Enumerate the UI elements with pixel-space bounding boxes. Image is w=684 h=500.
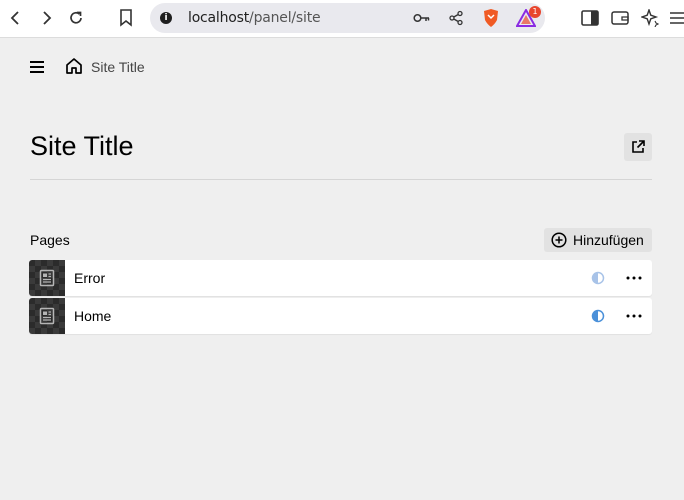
url-host: localhost <box>188 10 250 26</box>
url-text[interactable]: localhost/panel/site <box>188 10 321 26</box>
back-icon[interactable] <box>4 6 28 30</box>
page-title: Site Title <box>30 131 134 161</box>
title-divider <box>30 179 652 180</box>
page-list-item[interactable]: Error <box>29 260 652 296</box>
browser-toolbar: i localhost/panel/site 1 <box>0 0 684 38</box>
key-icon[interactable] <box>410 6 434 30</box>
page-document-icon <box>39 307 55 325</box>
breadcrumb-site-title[interactable]: Site Title <box>91 59 145 75</box>
open-site-button[interactable] <box>624 133 652 161</box>
status-unlisted-icon[interactable] <box>591 271 605 285</box>
more-options-icon[interactable] <box>623 304 645 328</box>
status-listed-icon[interactable] <box>591 309 605 323</box>
add-circle-icon <box>551 232 567 248</box>
hamburger-menu-icon[interactable] <box>26 56 48 78</box>
notification-badge: 1 <box>529 6 541 18</box>
page-list-item[interactable]: Home <box>29 298 652 334</box>
forward-icon[interactable] <box>34 6 58 30</box>
home-icon[interactable] <box>64 56 84 76</box>
more-options-icon[interactable] <box>623 266 645 290</box>
page-thumbnail <box>29 260 65 296</box>
wallet-icon[interactable] <box>608 6 632 30</box>
page-title-home[interactable]: Home <box>74 308 111 324</box>
reload-icon[interactable] <box>64 6 88 30</box>
page-thumbnail <box>29 298 65 334</box>
bookmark-icon[interactable] <box>114 6 138 30</box>
url-path: /panel/site <box>249 10 321 26</box>
leo-ai-icon[interactable] <box>638 6 662 30</box>
page-title-error[interactable]: Error <box>74 270 105 286</box>
sidebar-toggle-icon[interactable] <box>578 6 602 30</box>
external-link-icon <box>632 140 645 153</box>
panel-header: Site Title <box>0 39 684 95</box>
add-page-label: Hinzufügen <box>573 232 644 248</box>
brave-shield-icon[interactable] <box>479 6 503 30</box>
site-info-icon[interactable]: i <box>160 12 172 24</box>
browser-menu-icon[interactable] <box>664 6 684 30</box>
add-page-button[interactable]: Hinzufügen <box>544 228 652 252</box>
share-icon[interactable] <box>444 6 468 30</box>
page-document-icon <box>39 269 55 287</box>
pages-section-label: Pages <box>30 232 70 248</box>
